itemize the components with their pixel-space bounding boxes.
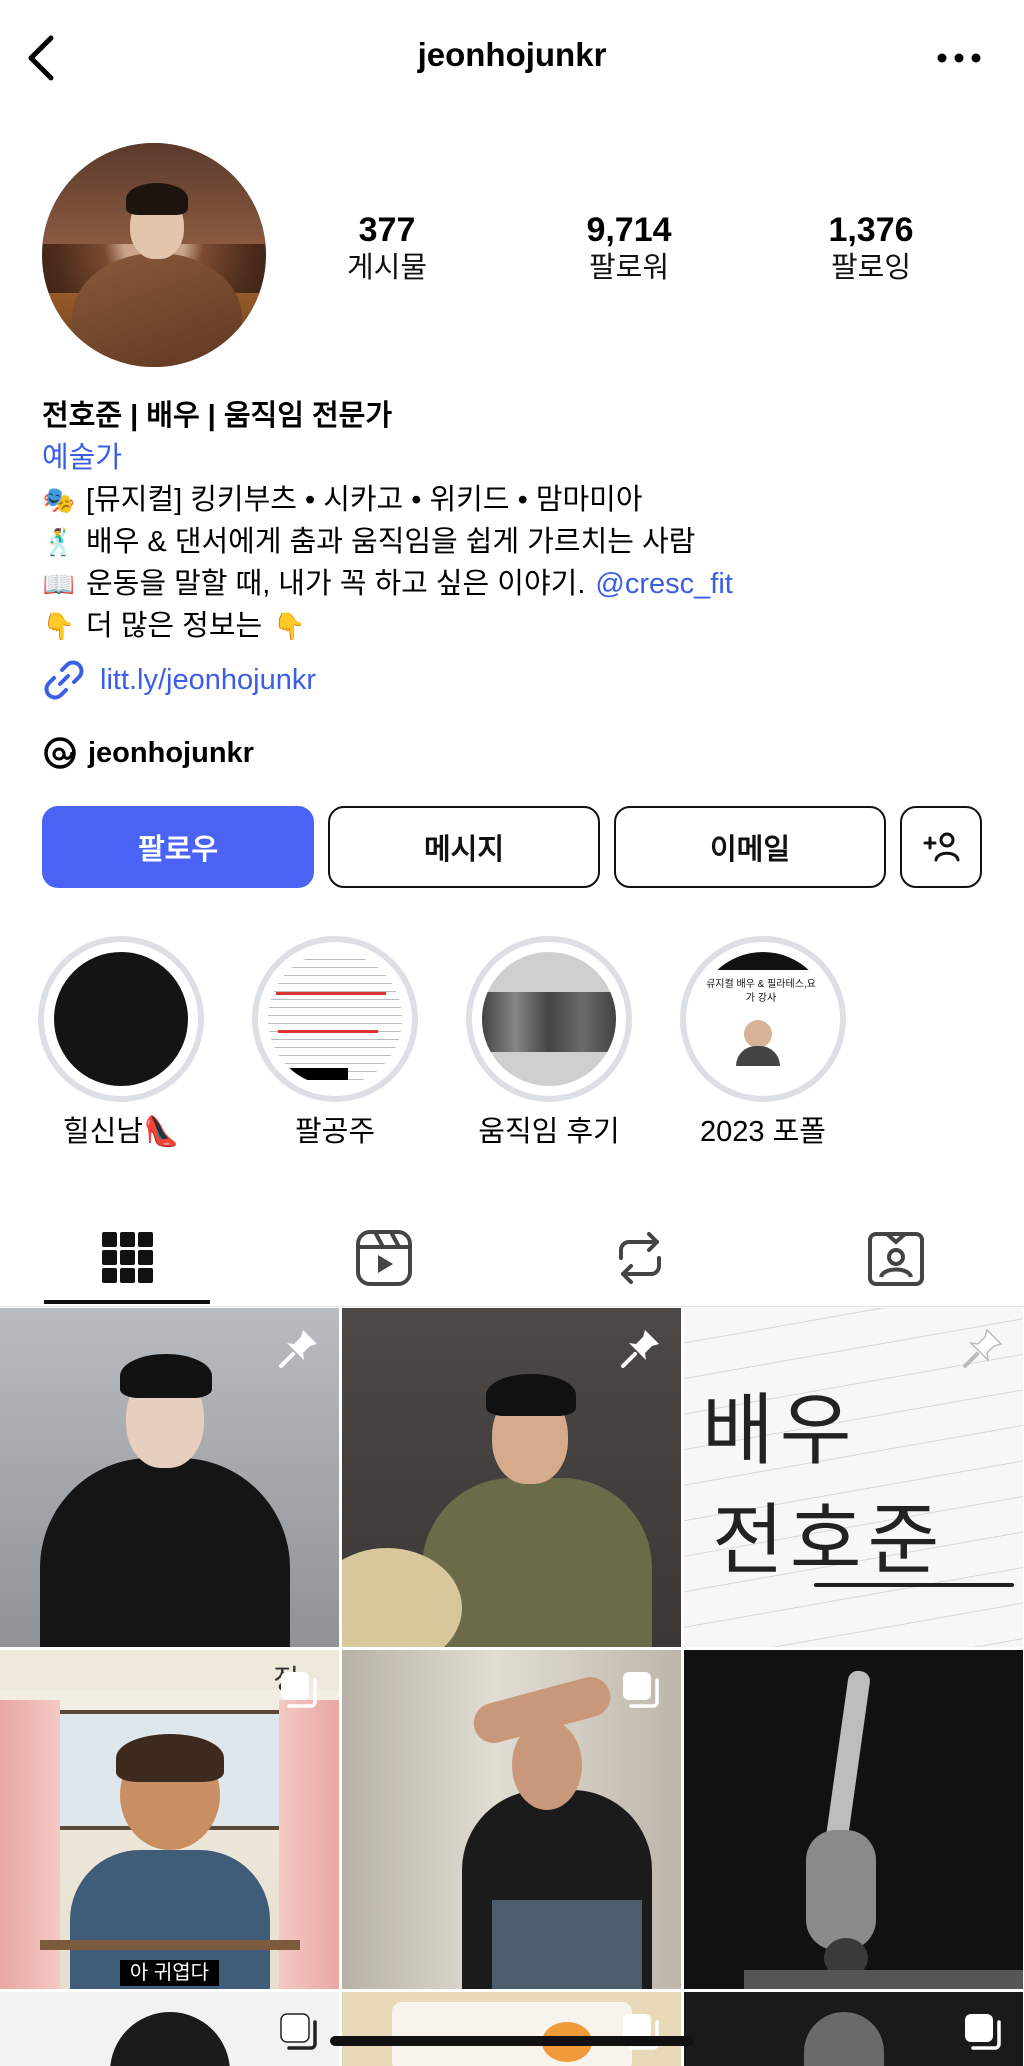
tile-handwriting: 전호준 — [712, 1496, 946, 1586]
threads-badge[interactable]: jeonhojunkr — [42, 735, 254, 771]
followers-label: 팔로워 — [588, 252, 670, 284]
home-indicator[interactable] — [330, 2036, 694, 2046]
stat-posts[interactable]: 377 게시물 — [287, 210, 487, 286]
follow-button[interactable]: 팔로우 — [42, 806, 314, 888]
tab-posts[interactable] — [0, 1210, 256, 1306]
highlight-ring: 뮤지컬 배우 & 필라테스,요가 강사 — [680, 936, 846, 1102]
top-bar: jeonhojunkr — [0, 0, 1024, 120]
highlight-cover — [482, 952, 616, 1086]
carousel-icon — [965, 2014, 1001, 2050]
profile-category[interactable]: 예술가 — [42, 437, 1002, 479]
threads-username[interactable]: jeonhojunkr — [88, 737, 254, 770]
more-icon — [937, 53, 981, 63]
carousel-icon — [623, 2014, 659, 2050]
bio-line: 🕺 배우 & 댄서에게 춤과 움직임을 쉽게 가르치는 사람 — [42, 521, 1002, 563]
highlight-label: 힐신남👠 — [62, 1116, 180, 1148]
profile-display-name: 전호준 | 배우 | 움직임 전문가 — [42, 400, 392, 432]
add-user-icon — [923, 832, 960, 862]
pin-icon — [279, 1330, 317, 1368]
carousel-icon — [281, 1672, 317, 1708]
post-tile[interactable] — [684, 1650, 1023, 1989]
story-highlight[interactable]: 움직임 후기 — [464, 936, 634, 1152]
message-button[interactable]: 메시지 — [328, 806, 600, 888]
bio-line-text: 더 많은 정보는 — [86, 610, 263, 642]
following-count: 1,376 — [828, 211, 914, 249]
tagged-icon — [868, 1232, 924, 1286]
highlight-cover-text: 뮤지컬 배우 & 필라테스,요가 강사 — [706, 979, 816, 1004]
post-tile[interactable] — [342, 1992, 681, 2066]
post-tile[interactable]: 정 아 귀엽다 — [0, 1650, 339, 1989]
bio-mention-link[interactable]: @cresc_fit — [595, 563, 732, 605]
highlight-ring — [466, 936, 632, 1102]
stat-following[interactable]: 1,376 팔로잉 — [771, 210, 971, 286]
suggested-users-button[interactable] — [900, 806, 982, 888]
open-book-icon: 📖 — [42, 569, 76, 599]
carousel-icon — [280, 2013, 317, 2050]
highlight-cover: 뮤지컬 배우 & 필라테스,요가 강사 — [696, 952, 830, 1086]
tabs-divider — [0, 1306, 1024, 1307]
active-tab-indicator — [44, 1300, 210, 1304]
link-icon — [44, 660, 84, 700]
bio-external-link[interactable]: litt.ly/jeonhojunkr — [42, 658, 316, 702]
tile-caption: 아 귀엽다 — [0, 1956, 339, 1986]
profile-tabs — [0, 1210, 1024, 1306]
tab-tagged[interactable] — [768, 1210, 1024, 1306]
bio-line-text: 운동을 말할 때, 내가 꼭 하고 싶은 이야기. — [86, 568, 586, 600]
pin-icon — [621, 1330, 659, 1368]
reposts-icon — [619, 1232, 661, 1284]
profile-bio: 전호준 | 배우 | 움직임 전문가 예술가 🎭 [뮤지컬] 킹키부츠 • 시카… — [42, 395, 1002, 647]
dancer-icon: 🕺 — [42, 527, 76, 557]
tab-reels[interactable] — [256, 1210, 512, 1306]
bio-line: 📖 운동을 말할 때, 내가 꼭 하고 싶은 이야기. @cresc_fit — [42, 563, 1002, 605]
bio-line: 🎭 [뮤지컬] 킹키부츠 • 시카고 • 위키드 • 맘마미아 — [42, 479, 1002, 521]
post-tile[interactable] — [342, 1650, 681, 1989]
highlight-cover — [54, 952, 188, 1086]
profile-avatar[interactable] — [42, 143, 266, 367]
highlight-label: 팔공주 — [294, 1116, 376, 1148]
tab-reposts[interactable] — [512, 1210, 768, 1306]
profile-username-title: jeonhojunkr — [417, 36, 607, 73]
stat-followers[interactable]: 9,714 팔로워 — [529, 210, 729, 286]
bio-line-text: 배우 & 댄서에게 춤과 움직임을 쉽게 가르치는 사람 — [86, 526, 696, 558]
highlight-ring — [38, 936, 204, 1102]
threads-icon — [44, 737, 76, 769]
post-tile[interactable] — [684, 1992, 1023, 2066]
highlight-cover — [268, 952, 402, 1086]
story-highlight[interactable]: 힐신남👠 — [36, 936, 206, 1152]
following-label: 팔로잉 — [830, 252, 912, 284]
posts-label: 게시물 — [346, 252, 428, 284]
theater-masks-icon: 🎭 — [42, 485, 76, 515]
bio-link-text[interactable]: litt.ly/jeonhojunkr — [100, 664, 316, 697]
story-highlight[interactable]: 뮤지컬 배우 & 필라테스,요가 강사 2023 포폴 — [678, 936, 848, 1152]
bio-line: 👇 더 많은 정보는 👇 — [42, 605, 1002, 647]
email-button[interactable]: 이메일 — [614, 806, 886, 888]
tile-handwriting: 배우 — [702, 1386, 858, 1476]
bio-line-text: [뮤지컬] 킹키부츠 • 시카고 • 위키드 • 맘마미아 — [86, 484, 643, 516]
post-tile[interactable] — [0, 1308, 339, 1647]
posts-count: 377 — [358, 211, 416, 249]
post-tile[interactable]: 배우 전호준 — [684, 1308, 1023, 1647]
more-options-button[interactable] — [934, 38, 984, 78]
highlight-label: 2023 포폴 — [700, 1116, 826, 1148]
reels-icon — [356, 1230, 412, 1286]
carousel-icon — [623, 1672, 659, 1708]
story-highlight[interactable]: 팔공주 — [250, 936, 420, 1152]
post-tile[interactable] — [0, 1992, 339, 2066]
highlight-label: 움직임 후기 — [478, 1116, 620, 1148]
pointing-down-icon: 👇 — [273, 611, 306, 641]
highlight-ring — [252, 936, 418, 1102]
post-tile[interactable] — [342, 1308, 681, 1647]
grid-icon — [102, 1232, 153, 1283]
pin-icon — [963, 1328, 1003, 1368]
followers-count: 9,714 — [586, 211, 672, 249]
pointing-down-icon: 👇 — [42, 611, 76, 641]
